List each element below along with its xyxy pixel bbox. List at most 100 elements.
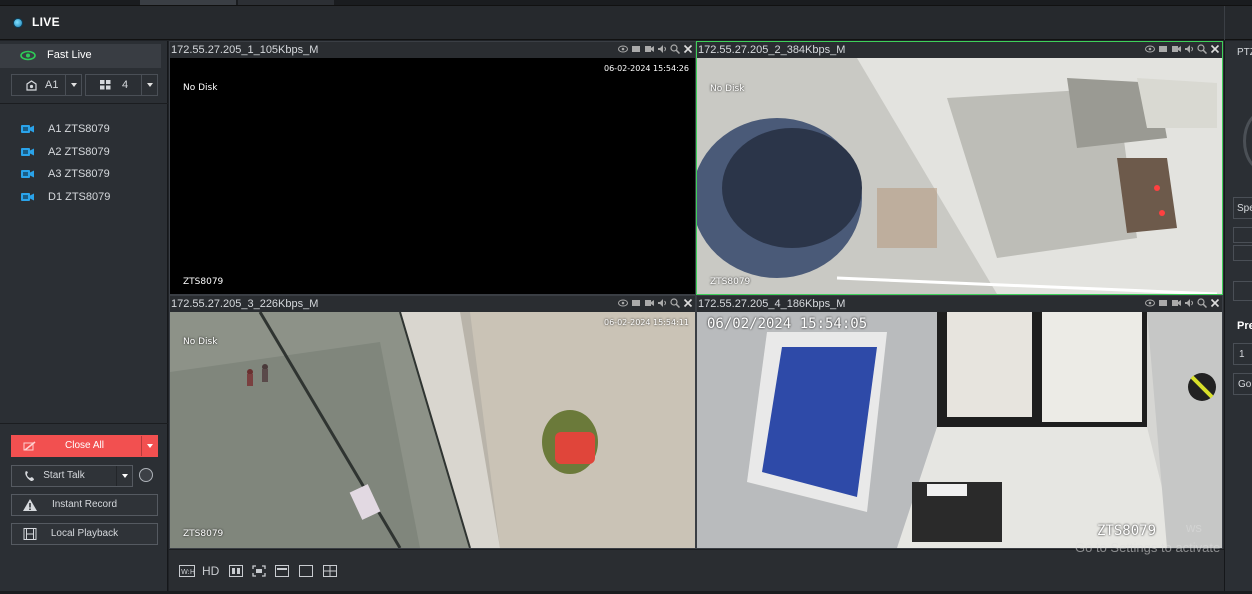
header-right-control[interactable] [1224, 6, 1252, 40]
bottom-toolbar: W:H HD [169, 549, 1224, 591]
video-feed[interactable]: No Disk 06-02-2024 15:54:26 ZTS8079 [170, 58, 695, 294]
preset-go-label: Go [1238, 379, 1252, 390]
video-cell-4[interactable]: 172.55.27.205_4_186Kbps_M 06/02/2024 15:… [696, 295, 1223, 549]
start-talk-button[interactable]: Start Talk [11, 465, 133, 487]
record-icon[interactable] [1171, 298, 1181, 308]
zoom-icon[interactable] [1197, 44, 1208, 55]
close-icon[interactable] [683, 44, 693, 54]
cell-tools [618, 44, 693, 56]
zoom-out-control[interactable] [1233, 245, 1252, 261]
cell-tools [1145, 44, 1220, 56]
view-select-value: A1 [45, 79, 59, 91]
eye-icon[interactable] [1145, 44, 1155, 54]
talk-status-indicator[interactable] [139, 468, 153, 482]
close-icon[interactable] [1210, 44, 1220, 54]
audio-icon[interactable] [1184, 44, 1194, 54]
device-name: A1 ZTS8079 [48, 123, 110, 135]
top-tab-2[interactable] [238, 0, 334, 5]
osd-timestamp: 06-02-2024 15:54:26 [604, 64, 689, 73]
zoom-in-control[interactable] [1233, 227, 1252, 243]
local-playback-button[interactable]: Local Playback [11, 523, 158, 545]
camera-icon [21, 193, 34, 201]
video-cell-2[interactable]: 172.55.27.205_2_384Kbps_M No Disk ZTS807… [696, 41, 1223, 295]
audio-icon[interactable] [1184, 298, 1194, 308]
layout-4-icon[interactable] [323, 565, 337, 577]
start-talk-label: Start Talk [43, 470, 85, 481]
layout-1-icon[interactable] [299, 565, 313, 577]
ptz-select[interactable] [1233, 281, 1252, 301]
activation-watermark-line2: Go to Settings to activate W [1075, 540, 1237, 555]
osd-camera-name: ZTS8079 [183, 277, 224, 287]
eye-icon [20, 50, 36, 61]
eye-icon[interactable] [1145, 298, 1155, 308]
cell-title-bar: 172.55.27.205_2_384Kbps_M [697, 42, 1222, 58]
video-cell-3[interactable]: 172.55.27.205_3_226Kbps_M No Disk 06-02-… [169, 295, 696, 549]
snapshot-icon[interactable] [1158, 44, 1168, 54]
live-icon [13, 18, 23, 28]
fast-live-item[interactable]: Fast Live [0, 44, 161, 68]
channel-info-icon[interactable] [229, 565, 243, 577]
camera-scene [697, 312, 1222, 548]
instant-record-button[interactable]: Instant Record [11, 494, 158, 516]
video-cell-1[interactable]: 172.55.27.205_1_105Kbps_M No Disk 06-02-… [169, 41, 696, 295]
cell-tools [618, 298, 693, 310]
eye-icon[interactable] [618, 44, 628, 54]
no-disk-label: No Disk [183, 83, 218, 93]
device-name: A2 ZTS8079 [48, 146, 110, 158]
device-item-a3[interactable]: A3 ZTS8079 [0, 164, 168, 184]
snapshot-icon[interactable] [631, 298, 641, 308]
chevron-down-icon[interactable] [141, 75, 157, 95]
stream-title: 172.55.27.205_1_105Kbps_M [171, 44, 319, 56]
layout-select[interactable]: 4 [85, 74, 158, 96]
osd-camera-name: ZTS8079 [183, 529, 224, 539]
osd-timestamp: 06/02/2024 15:54:05 [707, 316, 868, 332]
cell-title-bar: 172.55.27.205_4_186Kbps_M [697, 296, 1222, 312]
hd-toggle[interactable]: HD [202, 564, 219, 578]
snapshot-icon[interactable] [1158, 298, 1168, 308]
eye-icon[interactable] [618, 298, 628, 308]
record-icon[interactable] [644, 298, 654, 308]
ptz-panel: PTZ Spe Pre 1 Go [1224, 41, 1252, 594]
top-tab-1[interactable] [140, 0, 236, 5]
preset-number-input[interactable]: 1 [1233, 343, 1252, 365]
snapshot-icon[interactable] [631, 44, 641, 54]
device-item-a2[interactable]: A2 ZTS8079 [0, 142, 168, 162]
close-all-label: Close All [65, 440, 104, 451]
audio-icon[interactable] [657, 44, 667, 54]
ptz-speed-row: Spe [1233, 197, 1252, 219]
zoom-icon[interactable] [670, 44, 681, 55]
chevron-down-icon[interactable] [65, 75, 81, 95]
video-feed[interactable]: No Disk ZTS8079 [697, 58, 1222, 294]
zoom-icon[interactable] [670, 298, 681, 309]
close-all-button[interactable]: Close All [11, 435, 158, 457]
instant-record-label: Instant Record [51, 499, 118, 510]
aspect-ratio-icon[interactable]: W:H [179, 565, 195, 577]
single-window-icon[interactable] [275, 565, 289, 577]
zoom-icon[interactable] [1197, 298, 1208, 309]
camera-scene [697, 58, 1222, 294]
fullscreen-icon[interactable] [252, 565, 266, 577]
device-item-a1[interactable]: A1 ZTS8079 [0, 119, 168, 139]
record-icon[interactable] [1171, 44, 1181, 54]
ptz-joystick[interactable] [1243, 111, 1252, 171]
device-item-d1[interactable]: D1 ZTS8079 [0, 187, 168, 207]
chevron-down-icon[interactable] [116, 466, 132, 486]
close-icon[interactable] [1210, 298, 1220, 308]
video-feed[interactable]: 06/02/2024 15:54:05 ZTS8079 [697, 312, 1222, 548]
preset-go-button[interactable]: Go [1233, 373, 1252, 395]
chevron-down-icon[interactable] [141, 436, 157, 456]
cell-title-bar: 172.55.27.205_1_105Kbps_M [170, 42, 695, 58]
ptz-speed-label: Spe [1237, 203, 1252, 214]
record-icon[interactable] [644, 44, 654, 54]
close-icon[interactable] [683, 298, 693, 308]
camera-group-icon [26, 80, 37, 91]
device-name: A3 ZTS8079 [48, 168, 110, 180]
audio-icon[interactable] [657, 298, 667, 308]
cell-tools [1145, 298, 1220, 310]
view-select[interactable]: A1 [11, 74, 82, 96]
no-disk-label: No Disk [710, 84, 745, 94]
grid-layout-icon [100, 80, 111, 90]
preset-label: Pre [1237, 320, 1252, 332]
video-feed[interactable]: No Disk 06-02-2024 15:54:11 ZTS8079 [170, 312, 695, 548]
fast-live-label: Fast Live [47, 49, 92, 61]
